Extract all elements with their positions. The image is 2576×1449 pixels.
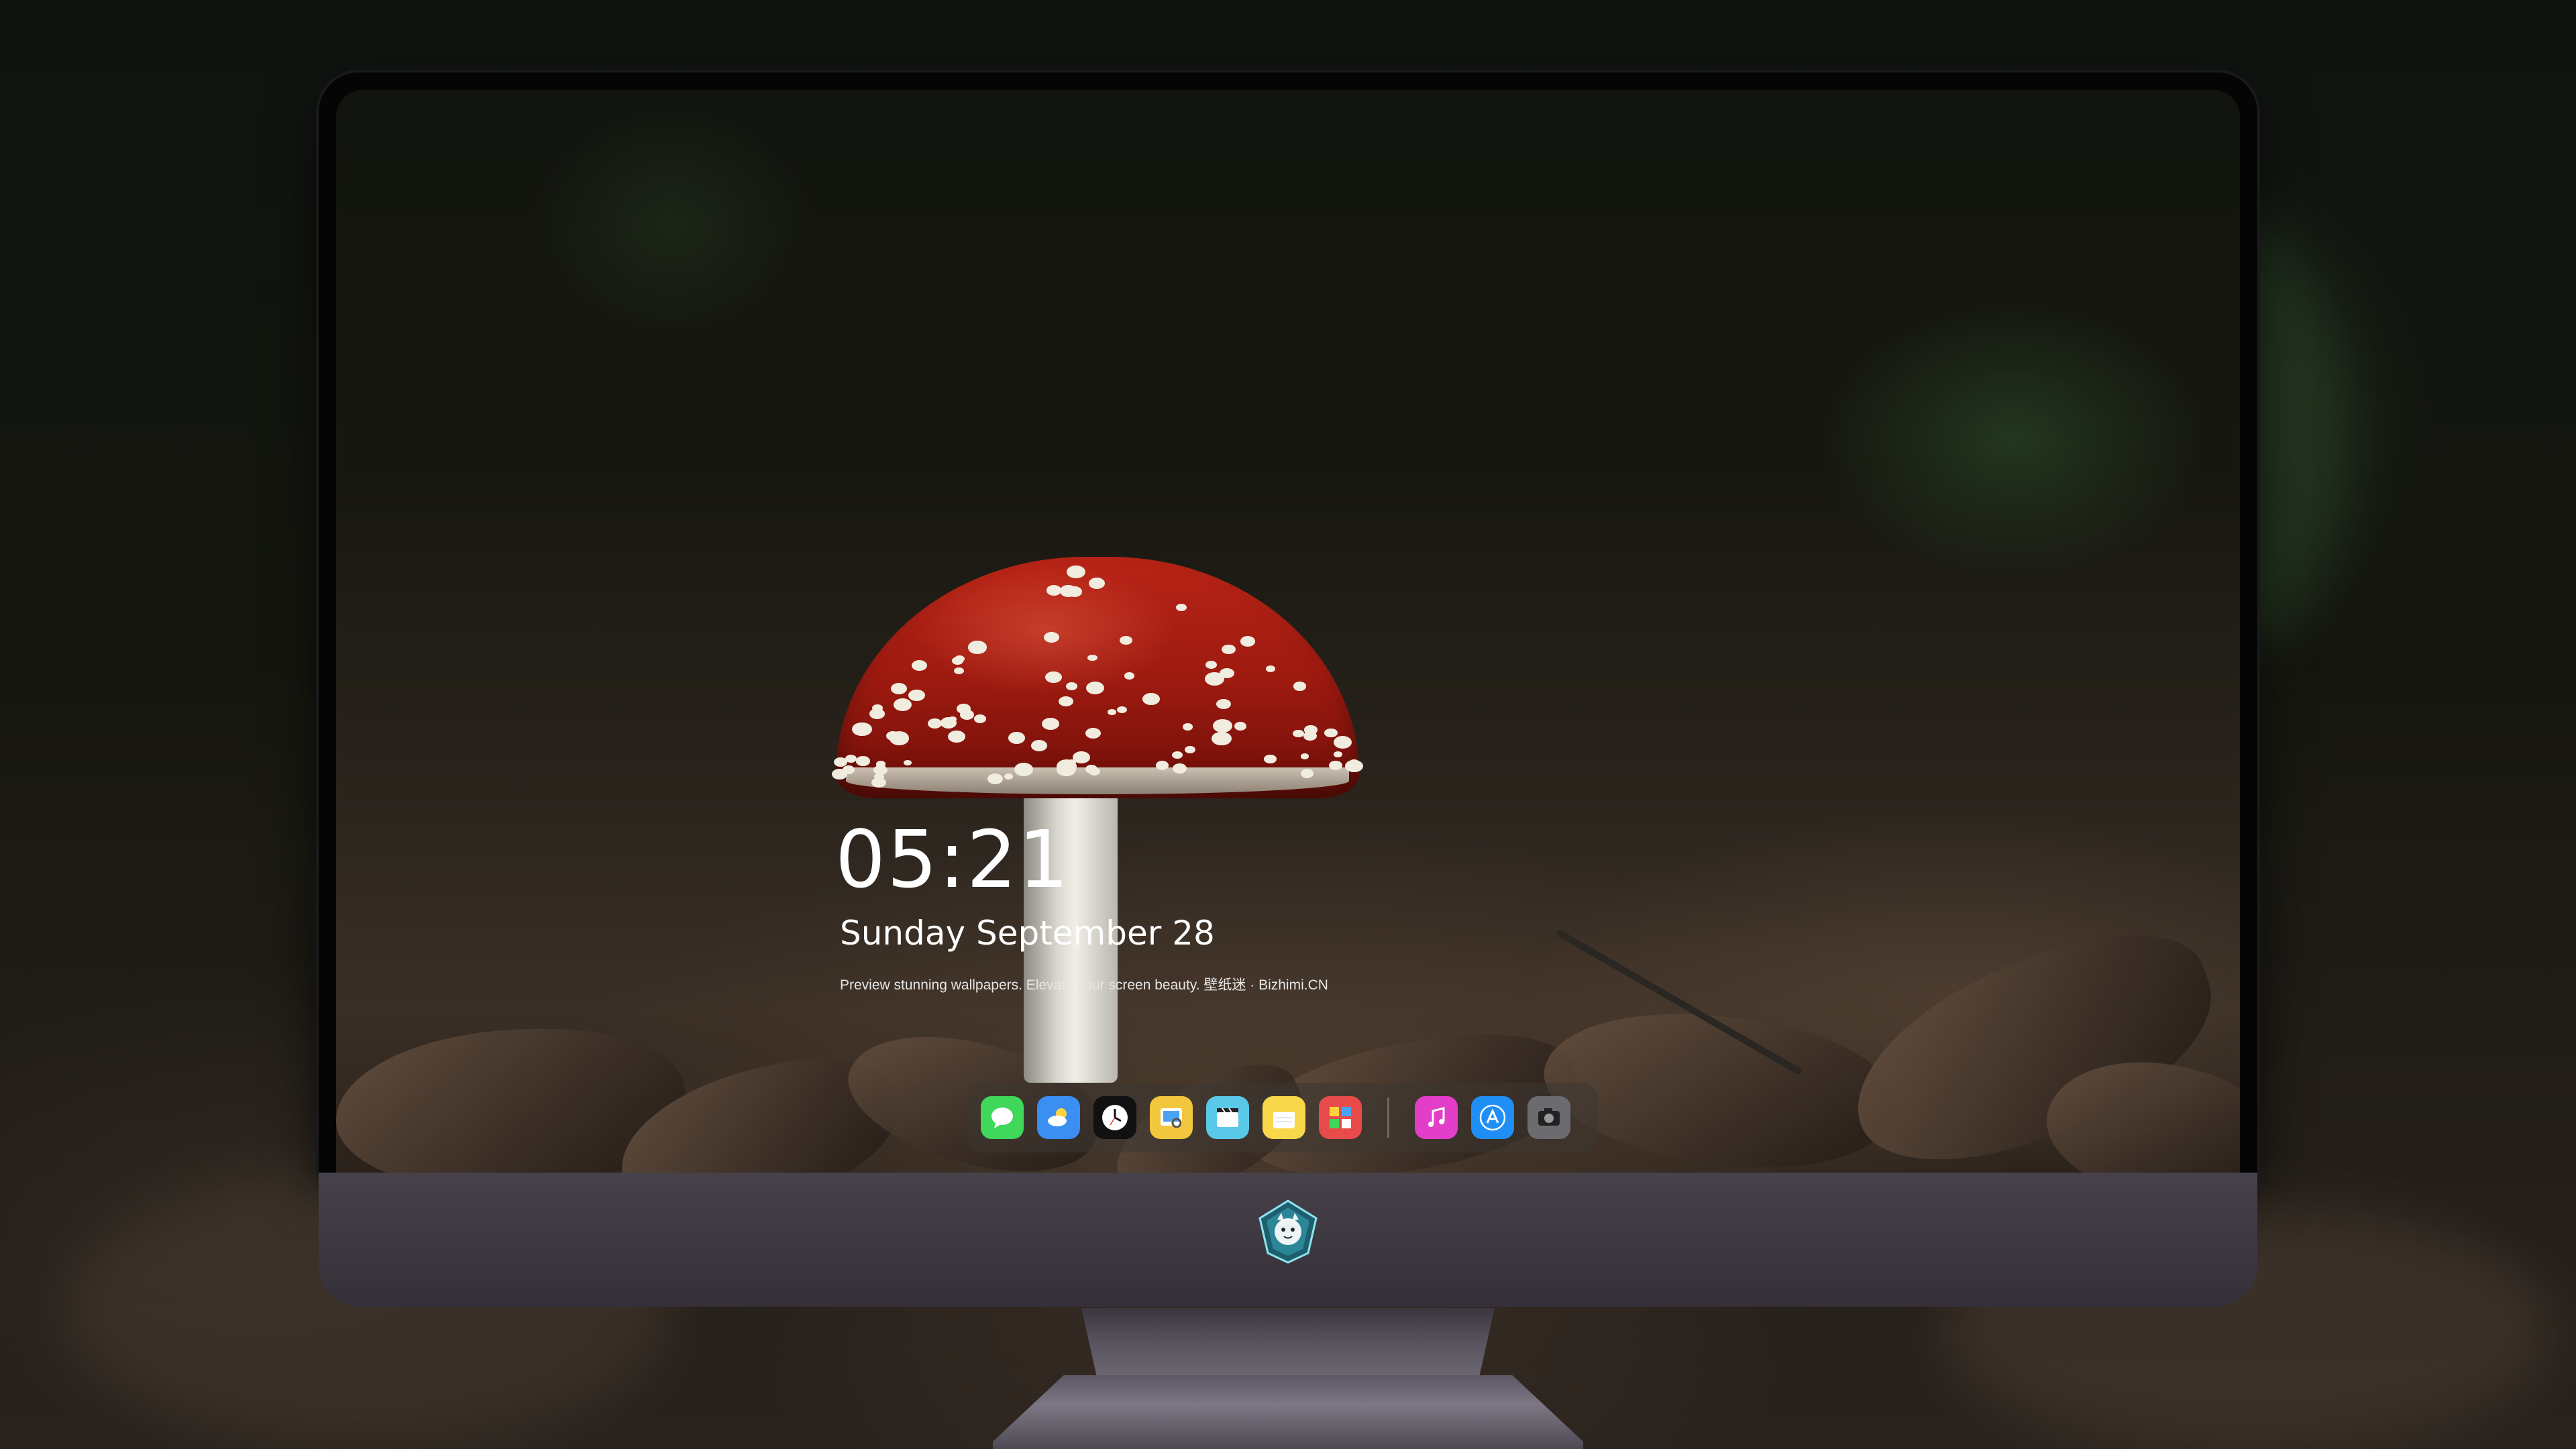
mushroom-spot (974, 714, 987, 723)
mushroom-spot (1120, 635, 1133, 645)
mushroom-spot (1293, 682, 1307, 691)
dock-app-preview[interactable] (1150, 1096, 1193, 1139)
mushroom-spot (832, 769, 847, 780)
dock-app-clips[interactable] (1206, 1096, 1249, 1139)
mushroom-spot (1058, 696, 1073, 707)
clips-icon (1217, 1108, 1238, 1127)
mushroom-spot (1088, 578, 1106, 589)
mushroom-spot (1066, 682, 1077, 690)
mushroom-spot (890, 683, 907, 694)
mushroom-spot (1087, 654, 1097, 661)
mushroom-spot (875, 761, 886, 768)
mushroom-spot (1333, 735, 1352, 749)
monitor-chin (319, 1173, 2257, 1307)
mushroom-spot (893, 698, 912, 711)
mushroom-spot (1212, 731, 1232, 746)
mushroom-spot (987, 773, 1003, 784)
mushroom-spot (1240, 636, 1255, 647)
mushroom-spot (871, 704, 883, 712)
clock-icon (1102, 1105, 1128, 1130)
mushroom-spot (1124, 672, 1134, 680)
dock-app-clock[interactable] (1093, 1096, 1136, 1139)
notes-icon (1273, 1107, 1295, 1128)
dock-app-itunes[interactable] (1415, 1096, 1458, 1139)
mushroom-spot (1059, 585, 1077, 597)
mushroom-spot (1085, 764, 1098, 773)
mushroom-spot (903, 759, 912, 765)
mushroom-spot (953, 667, 964, 675)
dock-app-photo-booth[interactable] (1319, 1096, 1362, 1139)
desktop-background: 05:21 Sunday September 28 Preview stunni… (0, 0, 2576, 1449)
preview-icon (1161, 1108, 1182, 1128)
brand-logo-icon (1258, 1199, 1318, 1264)
dock (967, 1083, 1598, 1152)
mushroom-spot (1334, 751, 1342, 758)
mushroom-spot (911, 659, 927, 671)
lock-screen-date: Sunday September 28 (840, 914, 1215, 953)
dock-app-notes[interactable] (1263, 1096, 1305, 1139)
monitor-stand-neck (1081, 1308, 1495, 1382)
mushroom-spot (1264, 755, 1277, 764)
mushroom-spot (908, 689, 925, 701)
mushroom-spot (1324, 728, 1338, 738)
mushroom-spot (1056, 762, 1077, 777)
mushroom-spot (1108, 709, 1116, 715)
mushroom-spot (1014, 763, 1034, 776)
itunes-icon (1428, 1107, 1445, 1127)
mushroom-spot (1185, 745, 1195, 753)
weather-icon (1048, 1108, 1067, 1126)
photo-booth-icon (1330, 1107, 1351, 1128)
mushroom-spot (886, 731, 900, 741)
mushroom-spot (1300, 753, 1309, 759)
mushroom-spot (1086, 681, 1105, 694)
camera-icon (1538, 1108, 1560, 1126)
mushroom-spot (1008, 732, 1025, 744)
monitor-bezel: 05:21 Sunday September 28 Preview stunni… (319, 72, 2257, 1173)
mushroom-spot (1156, 761, 1169, 770)
dock-app-messages[interactable] (981, 1096, 1024, 1139)
lock-screen-clock: 05:21 (835, 813, 1071, 906)
mushroom-spot (1212, 719, 1232, 733)
mushroom-spot (1173, 763, 1187, 773)
dock-app-camera[interactable] (1527, 1096, 1570, 1139)
dock-app-app-store[interactable] (1471, 1096, 1514, 1139)
mushroom-spot (1205, 661, 1217, 669)
mushroom-spot (1117, 706, 1128, 713)
lock-screen[interactable]: 05:21 Sunday September 28 Preview stunni… (336, 90, 2240, 1173)
mushroom-spot (968, 641, 987, 654)
mushroom-spot (959, 709, 975, 720)
mushroom-spot (1175, 603, 1187, 612)
mushroom-spot (1234, 721, 1246, 731)
mushroom-spot (1044, 671, 1062, 683)
messages-icon (991, 1108, 1013, 1128)
mushroom-spot (1329, 760, 1342, 770)
wallpaper-tagline: Preview stunning wallpapers. Elevate you… (840, 977, 1328, 993)
mushroom-spot (1066, 565, 1085, 579)
mushroom-spot (1182, 723, 1193, 731)
mushroom-spot (1304, 725, 1318, 735)
mushroom-spot (1300, 769, 1313, 778)
mushroom-cap (836, 557, 1359, 798)
app-store-icon (1479, 1104, 1506, 1131)
mushroom-spot (856, 756, 870, 766)
monitor-stand-base (993, 1375, 1583, 1449)
mushroom-spot (852, 722, 872, 737)
mushroom-spot (1031, 739, 1048, 751)
mushroom-spot (947, 730, 965, 743)
dock-app-weather[interactable] (1037, 1096, 1080, 1139)
dock-separator (1387, 1097, 1389, 1138)
